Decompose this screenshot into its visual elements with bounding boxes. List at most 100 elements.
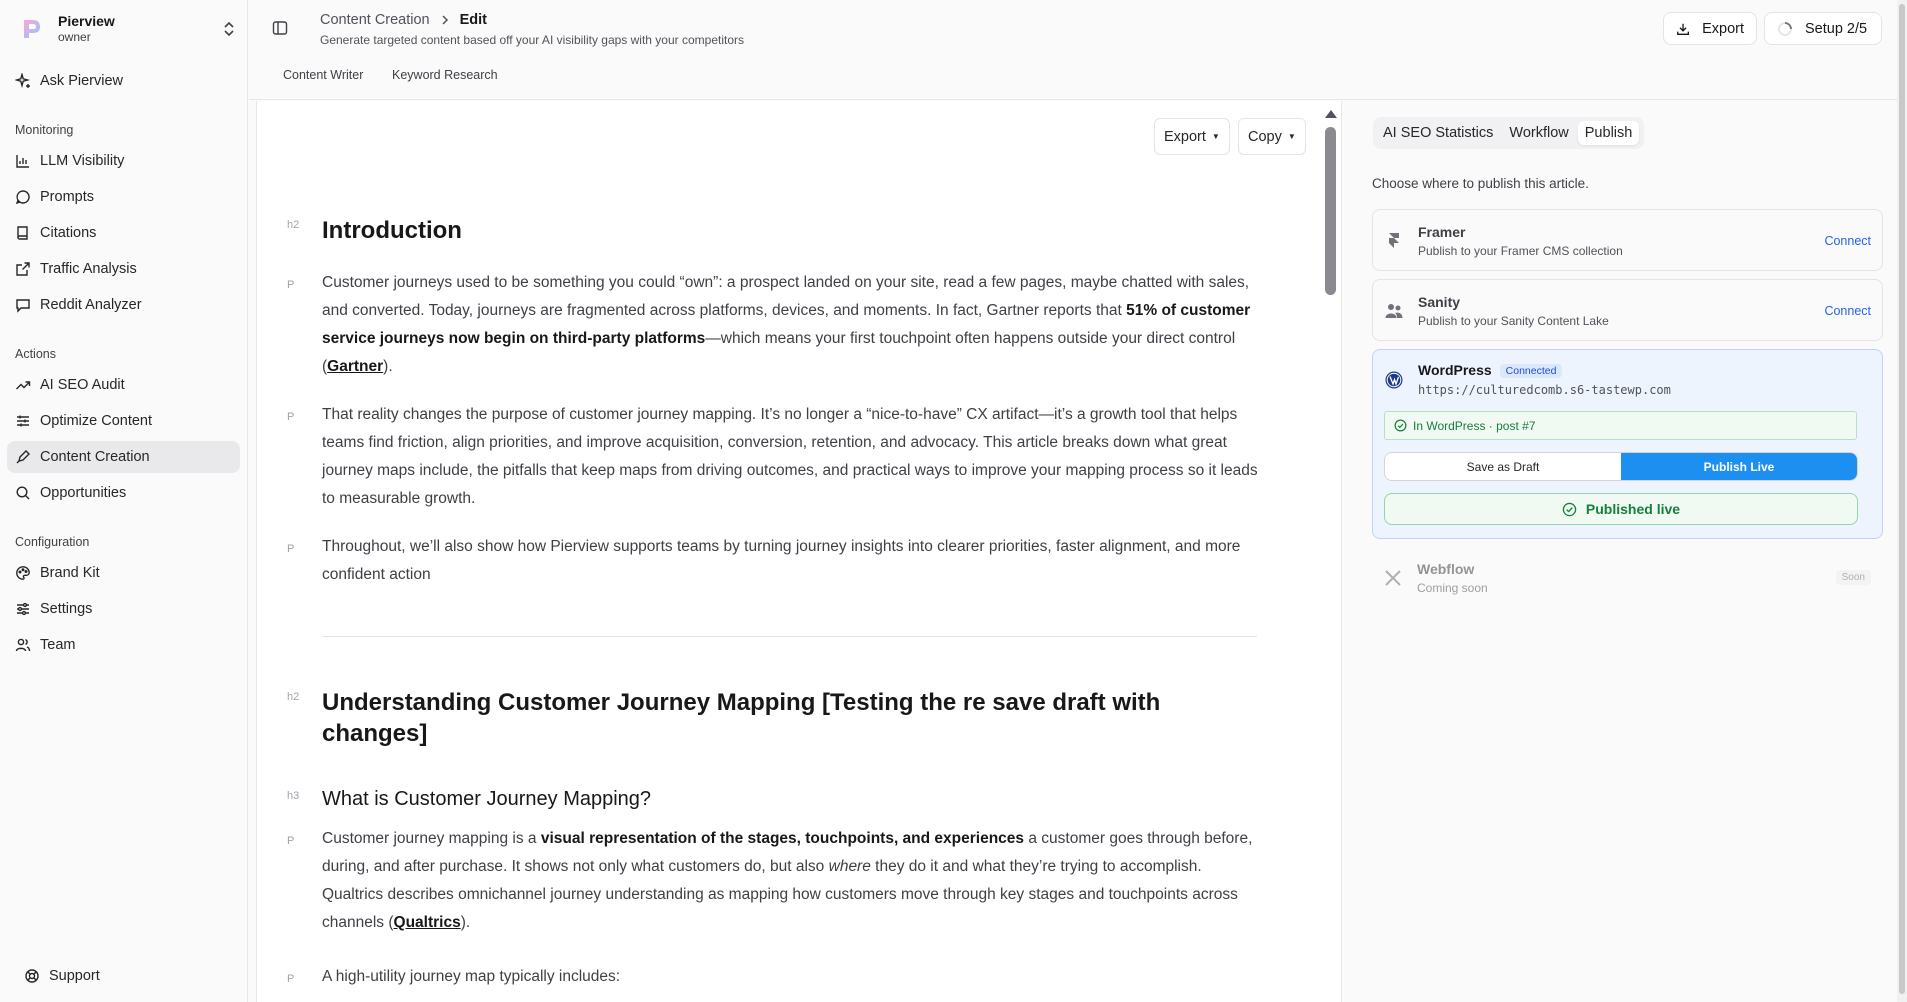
sidebar-item-label: Citations: [40, 225, 97, 241]
sidebar-item-content-creation[interactable]: Content Creation: [7, 441, 240, 473]
webflow-icon: [1385, 570, 1401, 586]
content-editor[interactable]: Export ▼ Copy ▼ h2 Introduction P Customer…: [256, 101, 1342, 1002]
integration-name: WordPress Connected: [1418, 362, 1563, 378]
sparkle-icon: [15, 73, 31, 89]
sidebar-item-support[interactable]: Support: [16, 960, 249, 992]
bold-text: visual representation of the stages, tou…: [540, 830, 1025, 847]
heading-introduction[interactable]: Introduction: [322, 215, 1260, 246]
workspace-switcher[interactable]: Pierview owner: [14, 12, 236, 46]
block-tag-h3: h3: [287, 790, 300, 802]
palette-icon: [16, 566, 30, 580]
sidebar: Pierview owner Ask Pierview Monitoring L…: [0, 0, 248, 1002]
sidebar-item-label: Ask Pierview: [40, 73, 123, 89]
sidebar-item-label: Support: [49, 968, 100, 984]
integration-card-sanity: Sanity Publish to your Sanity Content La…: [1372, 279, 1883, 341]
sanity-users-icon: [1385, 304, 1403, 318]
tab-content-writer[interactable]: Content Writer: [283, 68, 363, 82]
connected-badge: Connected: [1499, 364, 1563, 378]
setup-progress-button[interactable]: Setup 2/5: [1764, 12, 1882, 45]
paragraph-intro-2[interactable]: That reality changes the purpose of cust…: [322, 401, 1260, 513]
sidebar-item-label: Settings: [40, 601, 93, 617]
heading-understanding[interactable]: Understanding Customer Journey Mapping […: [322, 687, 1222, 749]
scroll-up-arrow-icon[interactable]: [1325, 110, 1337, 118]
editor-export-button[interactable]: Export ▼: [1154, 118, 1230, 155]
caret-down-icon: ▼: [1211, 132, 1220, 141]
page-scroll-thumb[interactable]: [1899, 4, 1905, 994]
block-tag-h2: h2: [287, 691, 300, 703]
integration-name: Sanity: [1418, 294, 1461, 310]
search-icon: [16, 486, 30, 500]
editor-copy-button[interactable]: Copy ▼: [1238, 118, 1306, 155]
sidebar-item-label: Traffic Analysis: [40, 261, 137, 277]
sidebar-item-team[interactable]: Team: [7, 629, 240, 661]
sidebar-toggle-icon[interactable]: [272, 20, 288, 36]
wordpress-site-url: https://culturedcomb.s6-tastewp.com: [1418, 383, 1671, 397]
message-circle-icon: [15, 190, 30, 205]
pierview-logo-icon: [24, 20, 40, 38]
italic-text: where: [828, 858, 871, 875]
link-qualtrics[interactable]: Qualtrics: [394, 914, 461, 931]
sidebar-item-label: Reddit Analyzer: [40, 297, 142, 313]
tab-publish[interactable]: Publish: [1577, 121, 1640, 145]
pen-tool-icon: [16, 450, 30, 464]
sidebar-item-traffic-analysis[interactable]: Traffic Analysis: [7, 253, 240, 285]
integration-card-wordpress: WordPress Connected https://culturedcomb.…: [1372, 349, 1883, 539]
paragraph-intro-1[interactable]: Customer journeys used to be something y…: [322, 269, 1260, 381]
published-live-status[interactable]: Published live: [1384, 493, 1858, 525]
block-tag-p: P: [287, 543, 295, 555]
breadcrumb-content-creation[interactable]: Content Creation: [320, 12, 430, 28]
sidebar-item-label: Team: [40, 637, 76, 653]
sidebar-item-ask-pierview[interactable]: Ask Pierview: [7, 65, 240, 97]
paragraph-intro-3[interactable]: Throughout, we’ll also show how Pierview…: [322, 533, 1260, 589]
text: Customer journeys used to be something y…: [322, 274, 1250, 319]
block-tag-p: P: [287, 835, 295, 847]
loading-spinner-icon: [1778, 21, 1792, 36]
nav-section-monitoring: Monitoring: [15, 123, 74, 137]
export-label: Export: [1702, 20, 1744, 37]
save-as-draft-button[interactable]: Save as Draft: [1385, 453, 1621, 480]
chevron-up-down-icon: [224, 21, 234, 37]
block-tag-p: P: [287, 411, 295, 423]
caret-down-icon: ▼: [1287, 132, 1296, 141]
scroll-thumb[interactable]: [1325, 127, 1336, 295]
sidebar-item-brand-kit[interactable]: Brand Kit: [7, 557, 240, 589]
sidebar-item-reddit-analyzer[interactable]: Reddit Analyzer: [7, 289, 240, 321]
paragraph-section2-2[interactable]: A high-utility journey map typically inc…: [322, 963, 1260, 991]
sidebar-item-llm-visibility[interactable]: LLM Visibility: [7, 145, 240, 177]
status-text: In WordPress · post #7: [1413, 418, 1536, 433]
sidebar-item-optimize-content[interactable]: Optimize Content: [7, 405, 240, 437]
editor-export-label: Export: [1164, 128, 1206, 145]
connect-sanity-button[interactable]: Connect: [1824, 304, 1871, 318]
sidebar-item-label: Prompts: [40, 189, 94, 205]
publish-live-button[interactable]: Publish Live: [1621, 453, 1857, 480]
text: ).: [383, 358, 393, 375]
tab-ai-seo-statistics[interactable]: AI SEO Statistics: [1376, 121, 1500, 145]
paragraph-section2-1[interactable]: Customer journey mapping is a visual rep…: [322, 825, 1260, 937]
integration-name: Webflow: [1417, 561, 1475, 577]
tab-workflow[interactable]: Workflow: [1502, 121, 1575, 145]
chevron-right-icon: [442, 15, 448, 25]
panel-tabs: AI SEO Statistics Workflow Publish: [1373, 117, 1645, 149]
published-label: Published live: [1585, 501, 1681, 517]
export-button[interactable]: Export: [1663, 12, 1757, 45]
sidebar-item-prompts[interactable]: Prompts: [7, 181, 240, 213]
breadcrumb-edit: Edit: [459, 12, 488, 28]
wordpress-post-status: In WordPress · post #7: [1384, 411, 1857, 440]
sidebar-item-label: Optimize Content: [40, 413, 153, 429]
editor-scrollbar[interactable]: [1319, 101, 1341, 1002]
heading-what-is[interactable]: What is Customer Journey Mapping?: [322, 786, 1260, 812]
sidebar-item-label: AI SEO Audit: [40, 377, 125, 393]
connect-framer-button[interactable]: Connect: [1824, 234, 1871, 248]
bar-chart-icon: [16, 155, 29, 168]
integration-card-framer: Framer Publish to your Framer CMS collec…: [1372, 209, 1883, 271]
sidebar-item-ai-seo-audit[interactable]: AI SEO Audit: [7, 369, 240, 401]
sidebar-item-opportunities[interactable]: Opportunities: [7, 477, 240, 509]
page-scrollbar[interactable]: [1897, 0, 1907, 1002]
link-gartner[interactable]: Gartner: [327, 358, 383, 375]
publish-mode-toggle: Save as Draft Publish Live: [1384, 452, 1858, 481]
sidebar-item-settings[interactable]: Settings: [7, 593, 240, 625]
tab-keyword-research[interactable]: Keyword Research: [392, 68, 498, 82]
text: Customer journey mapping is a: [322, 830, 541, 847]
soon-badge: Soon: [1835, 570, 1871, 585]
sidebar-item-citations[interactable]: Citations: [7, 217, 240, 249]
